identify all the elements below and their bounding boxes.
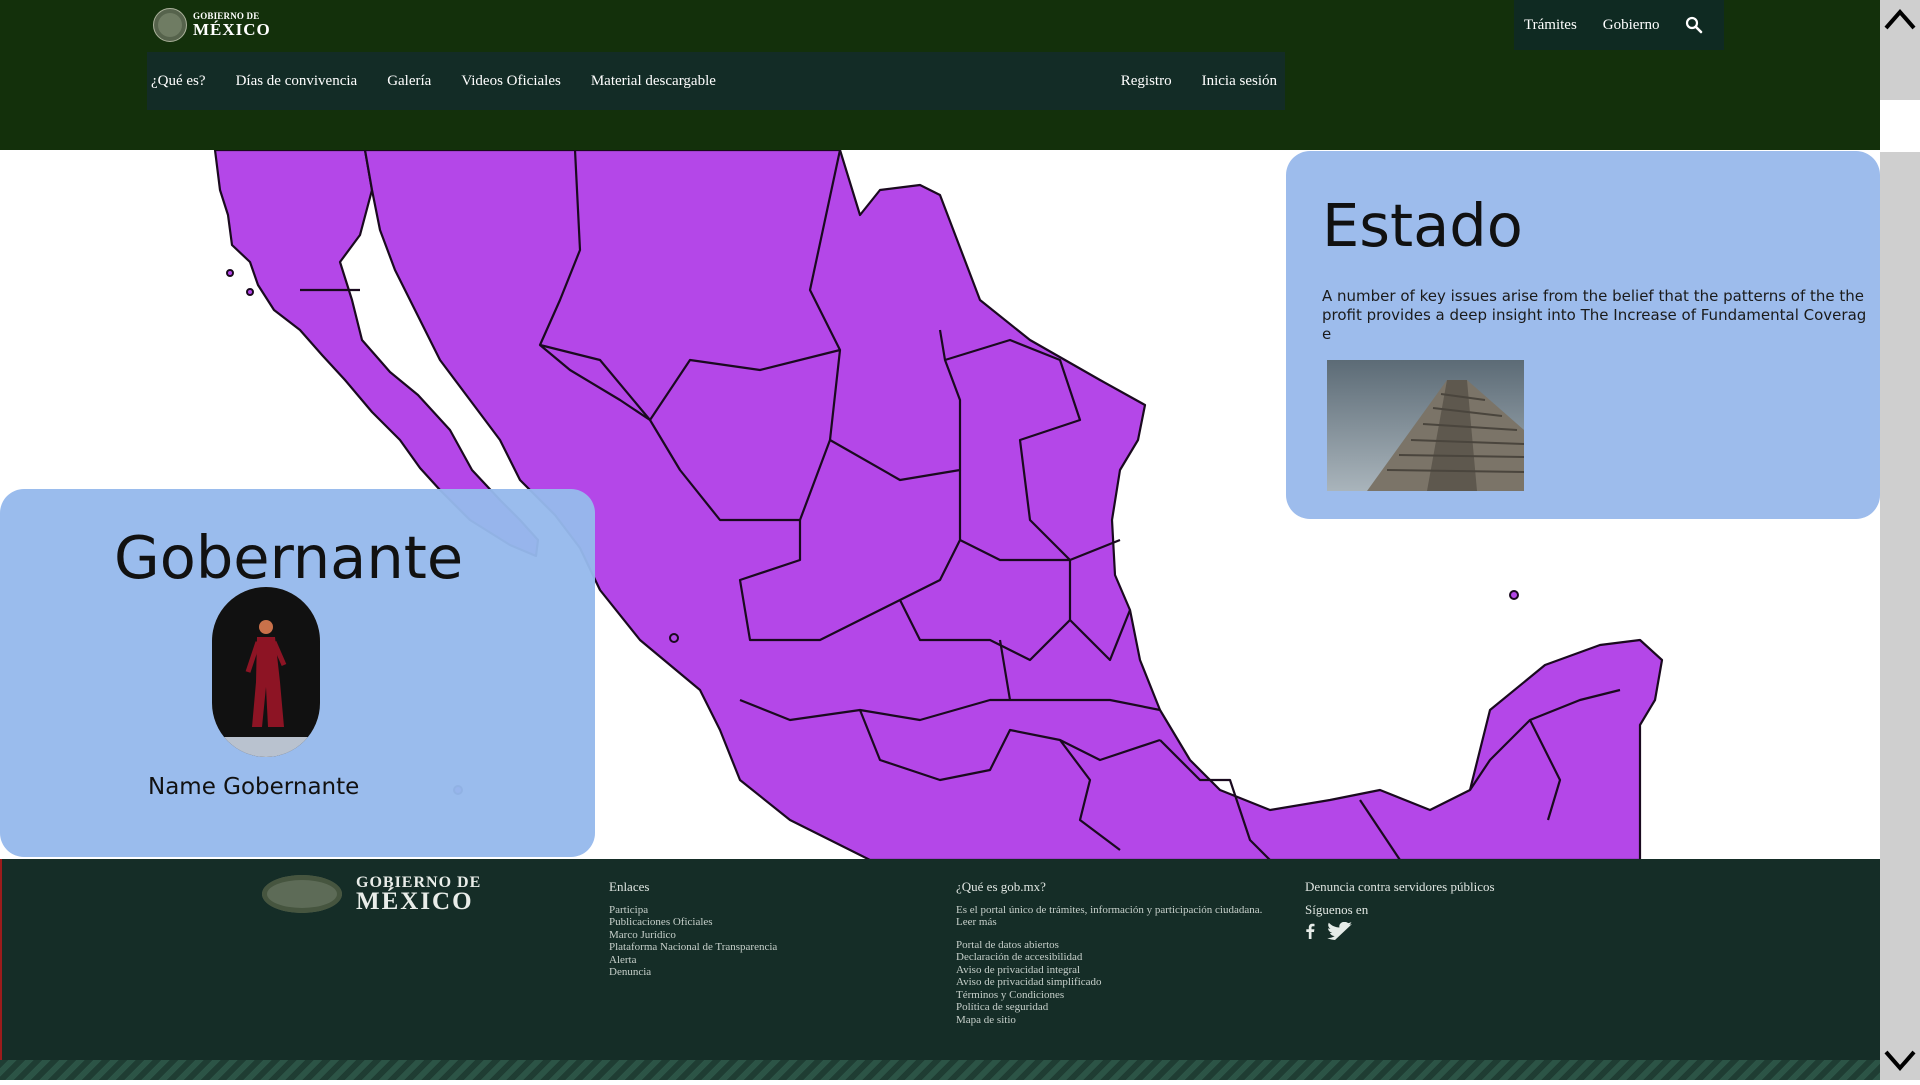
logo-line2: MÉXICO	[193, 20, 271, 39]
footer-denuncia-link[interactable]: Denuncia contra servidores públicos	[1305, 880, 1495, 894]
estado-title: Estado	[1322, 191, 1523, 260]
chevron-down-icon[interactable]	[1880, 1040, 1920, 1080]
nav-que-es[interactable]: ¿Qué es?	[151, 73, 206, 90]
nav-registro[interactable]: Registro	[1121, 73, 1172, 90]
footer-que-es: ¿Qué es gob.mx? Es el portal único de tr…	[956, 879, 1266, 1027]
footer-enlaces-heading: Enlaces	[609, 879, 650, 894]
footer: GOBIERNO DE MÉXICO Enlaces Participa Pub…	[0, 859, 1880, 1080]
footer-link[interactable]: Términos y Condiciones	[956, 989, 1266, 1002]
nav-dias-convivencia[interactable]: Días de convivencia	[236, 73, 358, 90]
nav-galeria[interactable]: Galería	[387, 73, 431, 90]
gobernante-card: Gobernante Name Gobernante	[0, 489, 595, 857]
search-icon[interactable]	[1685, 16, 1703, 34]
footer-follow-label: Síguenos en	[1305, 901, 1369, 917]
pyramid-photo	[1327, 360, 1524, 491]
nav-material-descargable[interactable]: Material descargable	[591, 73, 716, 90]
top-links: Trámites Gobierno	[1514, 0, 1724, 50]
seal-icon	[262, 875, 342, 914]
footer-logo[interactable]: GOBIERNO DE MÉXICO	[262, 874, 481, 916]
nav-videos-oficiales[interactable]: Videos Oficiales	[461, 73, 561, 90]
footer-link[interactable]: Aviso de privacidad integral	[956, 964, 1266, 977]
footer-link[interactable]: Aviso de privacidad simplificado	[956, 976, 1266, 989]
footer-que-es-heading: ¿Qué es gob.mx?	[956, 879, 1046, 894]
footer-pattern	[0, 1060, 1880, 1080]
nav-inicia-sesion[interactable]: Inicia sesión	[1202, 73, 1277, 90]
top-link-tramites[interactable]: Trámites	[1524, 17, 1577, 34]
estado-description: A number of key issues arise from the be…	[1322, 287, 1867, 343]
footer-enlaces: Enlaces Participa Publicaciones Oficiale…	[609, 879, 777, 979]
scrollbar[interactable]	[1880, 0, 1920, 1080]
footer-link[interactable]: Plataforma Nacional de Transparencia	[609, 941, 777, 954]
scrollbar-thumb[interactable]	[1880, 100, 1920, 152]
footer-denuncia: Denuncia contra servidores públicos Sígu…	[1305, 880, 1495, 944]
footer-link[interactable]: Política de seguridad	[956, 1001, 1266, 1014]
top-header: GOBIERNO DE MÉXICO Trámites Gobierno ¿Qu…	[0, 0, 1880, 150]
seal-icon	[153, 8, 187, 42]
footer-link[interactable]: Publicaciones Oficiales	[609, 916, 777, 929]
chevron-up-icon[interactable]	[1880, 0, 1920, 40]
footer-que-es-paragraph: Es el portal único de trámites, informac…	[956, 903, 1263, 929]
gobernante-title: Gobernante	[114, 523, 464, 592]
twitter-icon[interactable]	[1327, 921, 1353, 944]
facebook-icon[interactable]	[1305, 923, 1315, 943]
social-icons	[1305, 921, 1495, 944]
footer-link[interactable]: Declaración de accesibilidad	[956, 951, 1266, 964]
gobernante-photo	[212, 587, 320, 757]
footer-link[interactable]: Mapa de sitio	[956, 1014, 1266, 1027]
top-link-gobierno[interactable]: Gobierno	[1603, 17, 1660, 34]
footer-logo-line2: MÉXICO	[356, 888, 474, 916]
footer-link[interactable]: Participa	[609, 904, 777, 917]
footer-link[interactable]: Alerta	[609, 954, 777, 967]
footer-link[interactable]: Denuncia	[609, 966, 777, 979]
main-nav: ¿Qué es? Días de convivencia Galería Vid…	[147, 52, 1285, 110]
footer-link[interactable]: Marco Jurídico	[609, 929, 777, 942]
gobernante-name: Name Gobernante	[148, 774, 360, 800]
gobierno-logo[interactable]: GOBIERNO DE MÉXICO	[153, 8, 271, 42]
footer-link[interactable]: Portal de datos abiertos	[956, 939, 1266, 952]
estado-card: Estado A number of key issues arise from…	[1286, 151, 1880, 519]
